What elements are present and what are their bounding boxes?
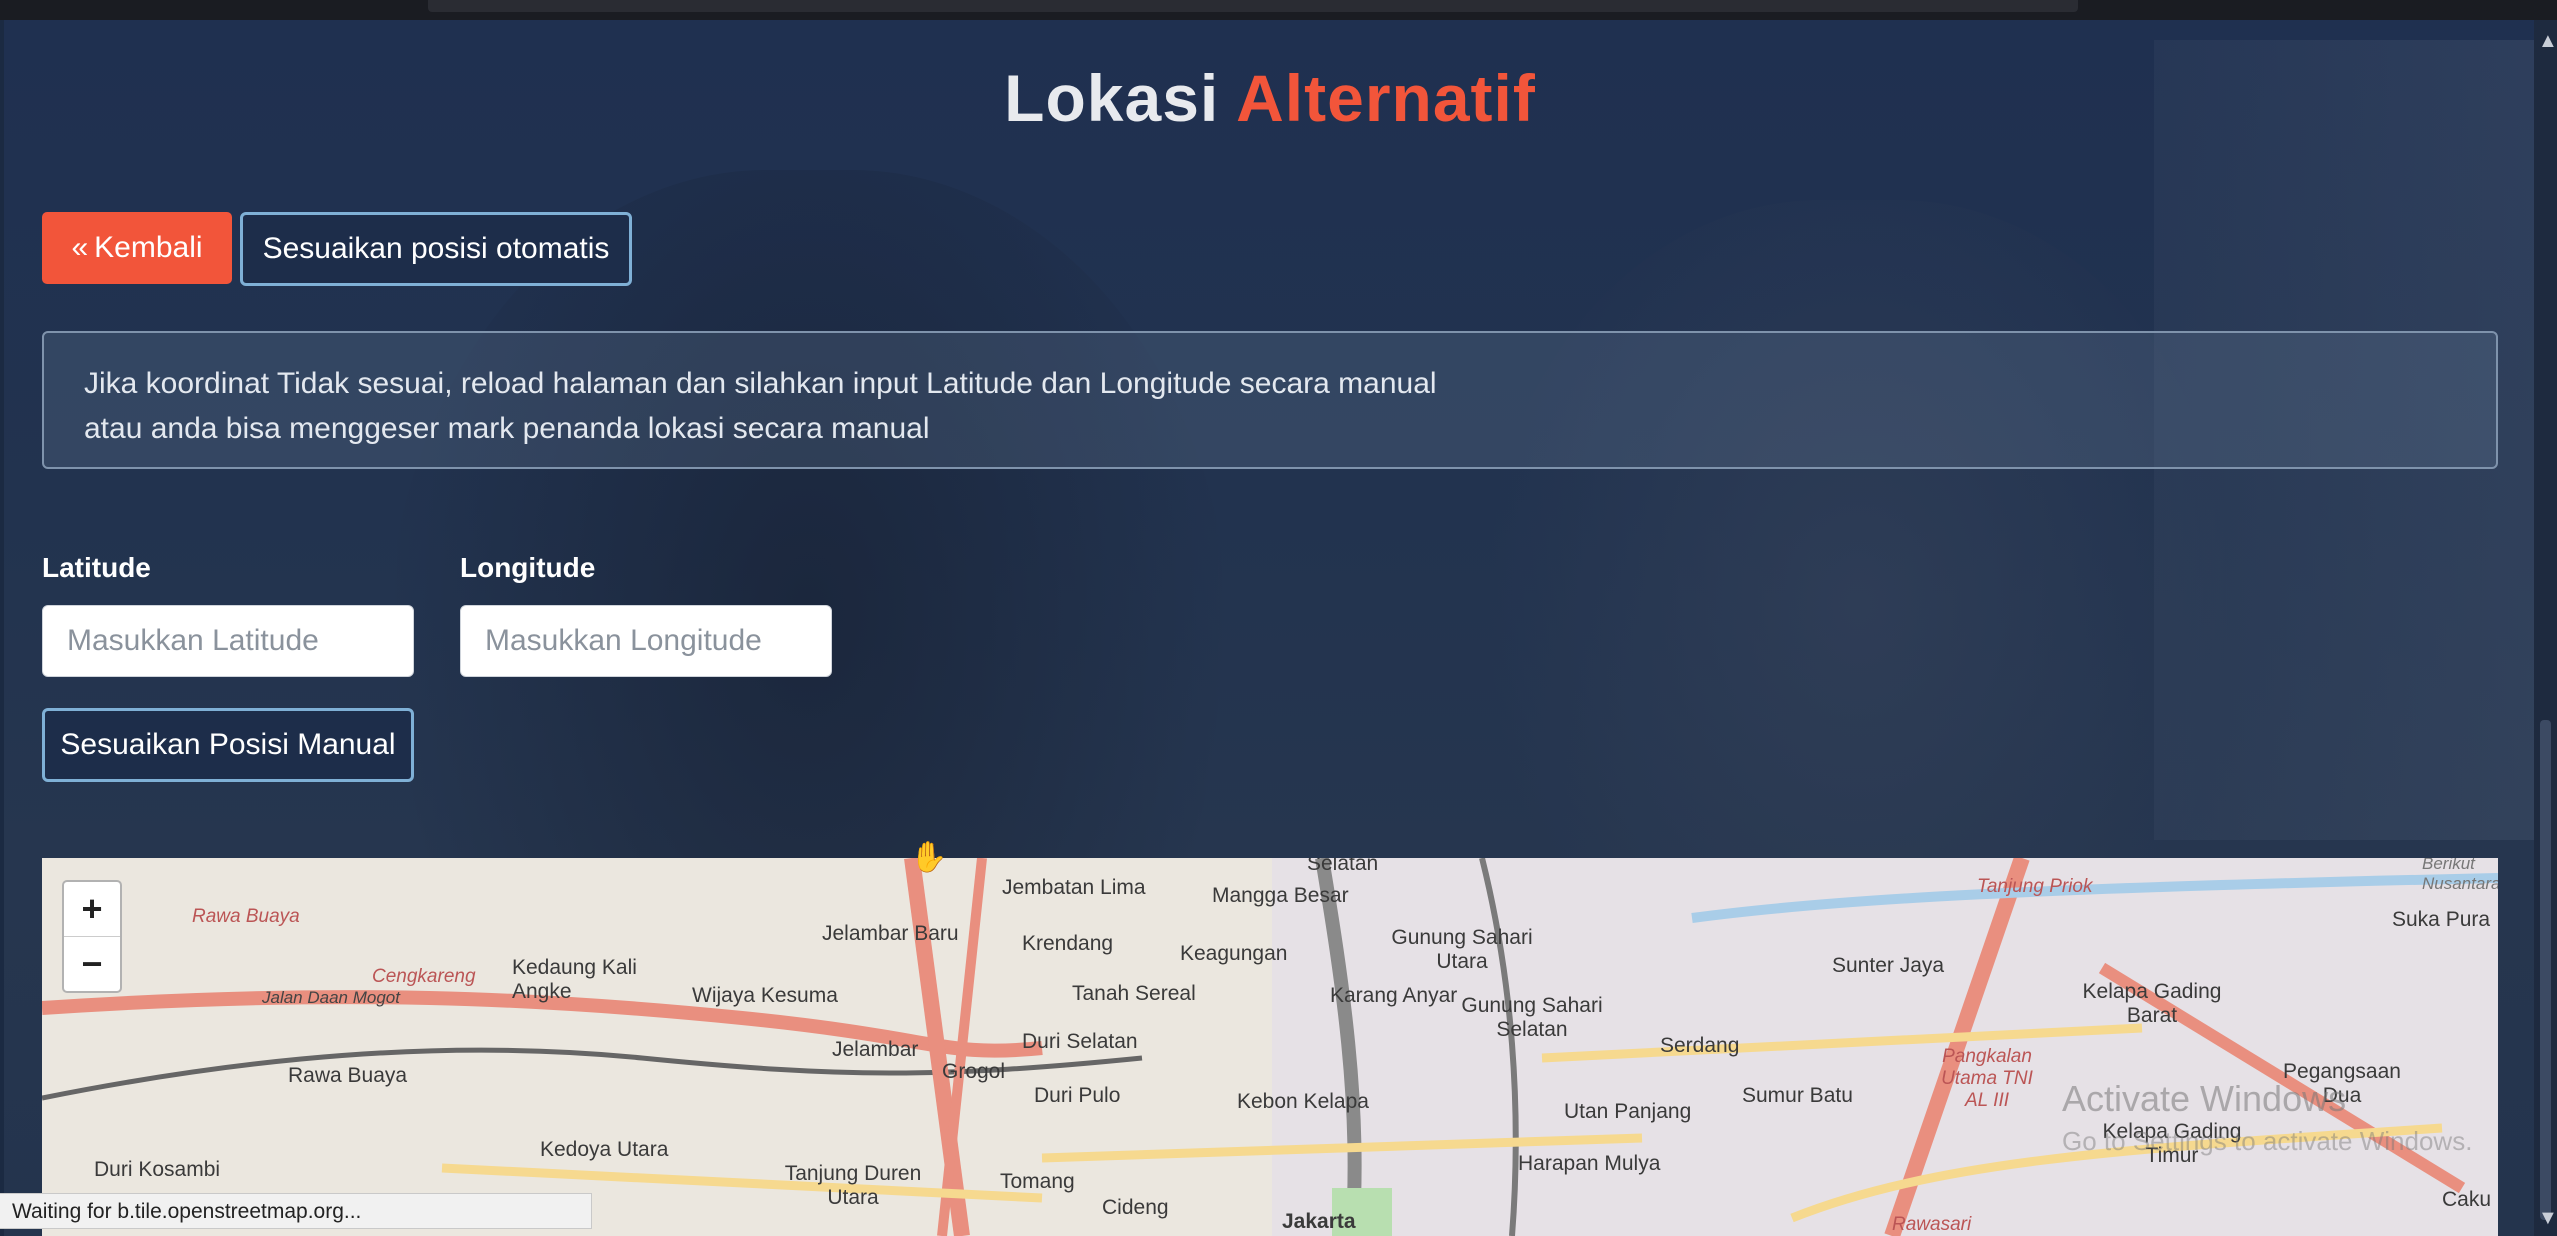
map-label: Sunter Jaya [1832, 954, 1945, 977]
map-label: Krendang [1022, 932, 1114, 955]
map-label: Duri Kosambi [94, 1158, 221, 1181]
auto-position-label: Sesuaikan posisi otomatis [262, 232, 610, 265]
map-label: Tomang [1000, 1170, 1075, 1193]
auto-position-button[interactable]: Sesuaikan posisi otomatis [240, 212, 632, 286]
map-label: Harapan Mulya [1518, 1152, 1661, 1175]
map-label: Caku [2442, 1188, 2492, 1211]
map-label: Jelambar [832, 1038, 919, 1061]
page-scrollbar[interactable]: ▲ ▼ [2534, 20, 2557, 1236]
map-roads [42, 858, 2498, 1236]
scroll-up-icon[interactable]: ▲ [2538, 30, 2557, 53]
map-label: Kebon Kelapa [1237, 1090, 1369, 1113]
map-label: Rawa Buaya [192, 906, 300, 927]
map-label: Suka Pura [2392, 908, 2491, 931]
map-label: Tanjung Priok [1977, 876, 2093, 897]
zoom-in-button[interactable]: + [64, 882, 120, 936]
title-accent: Alternatif [1236, 61, 1536, 135]
title-main: Lokasi [1004, 61, 1220, 135]
map-label: Kedaung Kali Angke [512, 956, 637, 1003]
manual-position-button[interactable]: Sesuaikan Posisi Manual [42, 708, 414, 782]
longitude-label: Longitude [460, 552, 596, 583]
map-label: Keagungan [1180, 942, 1288, 965]
map-label: Sumur Batu [1742, 1084, 1853, 1107]
windows-watermark-subtitle: Go to Settings to activate Windows. [2062, 1126, 2473, 1156]
map-label: Cengkareng [372, 966, 476, 987]
scrollbar-thumb[interactable] [2540, 720, 2551, 1220]
zoom-out-button[interactable]: − [64, 936, 120, 991]
map-label: Utan Panjang [1564, 1100, 1692, 1123]
browser-top-bar [0, 0, 2557, 20]
map-label: Pangkalan Utama TNI AL III [1941, 1046, 2033, 1111]
windows-watermark-title: Activate Windows [2062, 1078, 2347, 1119]
back-button[interactable]: « Kembali [42, 212, 232, 284]
manual-position-label: Sesuaikan Posisi Manual [60, 728, 396, 761]
map-label: Mangga Besar [1212, 884, 1349, 907]
hand-cursor-icon: ✋ [910, 841, 948, 874]
latitude-label: Latitude [42, 552, 151, 583]
double-chevron-left-icon: « [71, 231, 89, 264]
map-label: Jalan Daan Mogot [262, 988, 400, 1007]
map-label: Rawasari [1892, 1214, 1972, 1235]
map-label: Selatan [1307, 858, 1379, 875]
map-label: Grogol [942, 1060, 1006, 1083]
map-label: Berikut Nusantara [2422, 858, 2498, 893]
map-label: Duri Selatan [1022, 1030, 1138, 1053]
info-line-2: atau anda bisa menggeser mark penanda lo… [84, 412, 930, 445]
map-label: Karang Anyar [1330, 984, 1458, 1007]
map-label: Jakarta [1282, 1210, 1356, 1233]
map-label: Gunung Sahari Utara [1391, 926, 1533, 973]
map-label: Tanjung Duren Utara [784, 1162, 922, 1209]
map-label: Serdang [1660, 1034, 1740, 1057]
map-label: Wijaya Kesuma [692, 984, 838, 1007]
map-label: Duri Pulo [1034, 1084, 1121, 1107]
map-label: Jembatan Lima [1002, 876, 1146, 899]
latitude-input[interactable] [42, 605, 414, 677]
map-label: Kedoya Utara [540, 1138, 669, 1161]
info-line-1: Jika koordinat Tidak sesuai, reload hala… [84, 367, 1437, 400]
map-label: Gunung Sahari Selatan [1461, 994, 1603, 1041]
back-button-label: Kembali [94, 231, 203, 264]
map-label: Tanah Sereal [1072, 982, 1196, 1005]
map-label: Jelambar Baru [822, 922, 959, 945]
map-label: Kelapa Gading Barat [2082, 980, 2222, 1027]
map-view[interactable]: + − Rawa Buaya Kedaung Kali Angke Cengka… [42, 858, 2498, 1236]
info-alert: Jika koordinat Tidak sesuai, reload hala… [42, 331, 2498, 469]
longitude-input[interactable] [460, 605, 832, 677]
page-title: Lokasi Alternatif [0, 60, 2540, 136]
scroll-down-icon[interactable]: ▼ [2538, 1207, 2557, 1230]
map-label: Cideng [1102, 1196, 1169, 1219]
browser-status-bar: Waiting for b.tile.openstreetmap.org... [0, 1193, 592, 1229]
map-zoom-control[interactable]: + − [62, 880, 122, 993]
map-label: Rawa Buaya [288, 1064, 408, 1087]
